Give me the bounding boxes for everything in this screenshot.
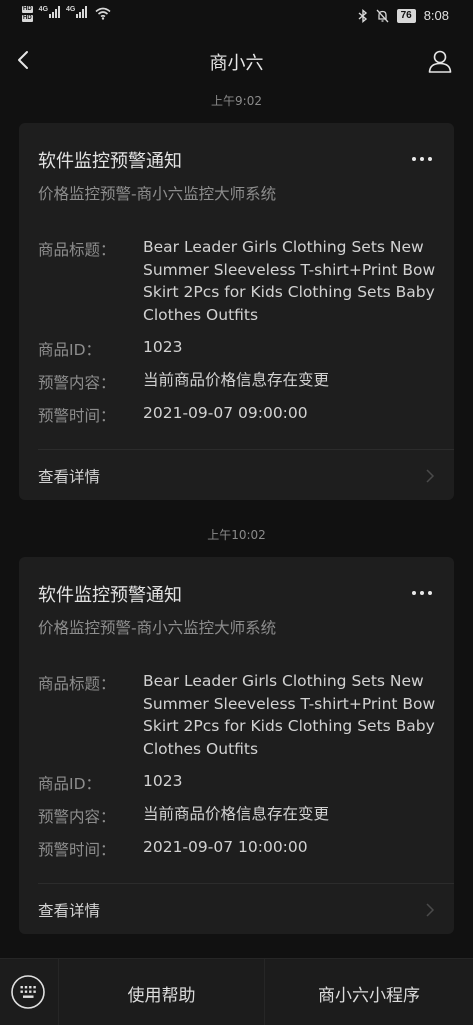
alert-content-value: 当前商品价格信息存在变更	[143, 805, 330, 823]
product-title-label: 商品标题：	[38, 675, 116, 693]
divider	[38, 449, 454, 450]
signal-bar	[55, 9, 58, 18]
mute-bell-icon	[376, 9, 389, 22]
card-subtitle: 价格监控预警-商小六监控大师系统	[38, 619, 277, 637]
battery-indicator: 76	[396, 8, 416, 23]
page-title: 商小六	[209, 53, 264, 74]
card-title: 软件监控预警通知	[38, 151, 182, 172]
message-timestamp: 上午10:02	[207, 528, 266, 542]
signal-bar	[85, 6, 88, 18]
signal-icon-1: 4G	[38, 6, 61, 18]
hd-badge-1: HD	[22, 6, 33, 13]
product-title-label: 商品标题：	[38, 241, 116, 259]
alert-content-value: 当前商品价格信息存在变更	[143, 371, 330, 389]
product-id-value: 1023	[143, 772, 183, 790]
product-title-value: Bear Leader Girls Clothing Sets New Summ…	[143, 672, 436, 758]
signal-bar	[76, 14, 79, 18]
alert-card[interactable]: 软件监控预警通知 价格监控预警-商小六监控大师系统 商品标题： Bear Lea…	[19, 557, 454, 934]
view-details-link[interactable]: 查看详情	[38, 899, 100, 921]
more-dots-icon[interactable]	[412, 591, 432, 595]
signal-icon-2: 4G	[66, 6, 88, 18]
bottom-menu-bar: 使用帮助 商小六小程序	[0, 958, 473, 1025]
keyboard-icon[interactable]	[10, 974, 46, 1010]
alert-time-value: 2021-09-07 10:00:00	[143, 838, 308, 856]
help-menu-button[interactable]: 使用帮助	[59, 981, 264, 1006]
network-type-2: 4G	[66, 6, 76, 13]
card-subtitle: 价格监控预警-商小六监控大师系统	[38, 185, 277, 203]
signal-bar	[79, 12, 82, 18]
signal-bar	[82, 9, 85, 18]
product-id-value: 1023	[143, 338, 183, 356]
more-dots-icon[interactable]	[412, 157, 432, 161]
status-time: 8:08	[423, 8, 449, 23]
status-right: 76 8:08	[358, 8, 449, 23]
chevron-right-icon	[426, 469, 435, 483]
product-title-value: Bear Leader Girls Clothing Sets New Summ…	[143, 238, 436, 324]
hd-badge-2: HD	[22, 15, 33, 22]
message-timestamp: 上午9:02	[211, 94, 262, 108]
product-id-label: 商品ID：	[38, 775, 102, 793]
signal-bar	[58, 6, 61, 18]
alert-time-label: 预警时间：	[38, 407, 116, 425]
card-title: 软件监控预警通知	[38, 585, 182, 606]
signal-bar	[52, 12, 55, 18]
alert-card[interactable]: 软件监控预警通知 价格监控预警-商小六监控大师系统 商品标题： Bear Lea…	[19, 123, 454, 500]
alert-time-label: 预警时间：	[38, 841, 116, 859]
status-bar: HD HD 4G 4G 76 8:08	[0, 0, 473, 34]
nav-bar: 商小六	[0, 36, 473, 88]
signal-bar	[49, 14, 52, 18]
bluetooth-icon	[358, 8, 367, 23]
hd-stack: HD HD	[22, 6, 33, 22]
product-id-label: 商品ID：	[38, 341, 102, 359]
alert-time-value: 2021-09-07 09:00:00	[143, 404, 308, 422]
view-details-link[interactable]: 查看详情	[38, 465, 100, 487]
mini-program-menu-button[interactable]: 商小六小程序	[265, 981, 473, 1006]
divider	[38, 883, 454, 884]
alert-content-label: 预警内容：	[38, 374, 116, 392]
chevron-right-icon	[426, 903, 435, 917]
network-type-1: 4G	[38, 6, 49, 13]
alert-content-label: 预警内容：	[38, 808, 116, 826]
wifi-icon	[95, 7, 111, 20]
status-left: HD HD 4G 4G	[22, 6, 111, 22]
person-icon[interactable]	[427, 48, 453, 74]
